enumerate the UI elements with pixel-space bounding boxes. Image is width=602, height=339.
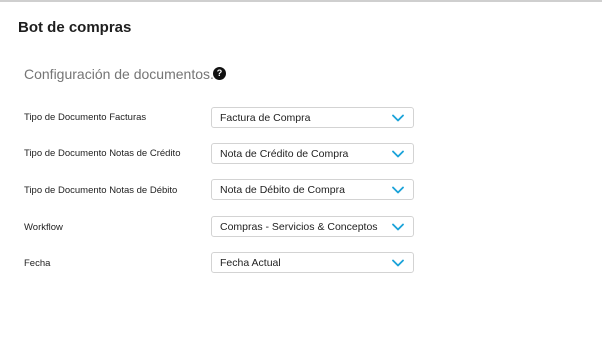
label-tipo-documento-notas-debito: Tipo de Documento Notas de Débito (24, 185, 178, 196)
select-fecha[interactable]: Fecha Actual (211, 252, 414, 273)
select-value: Nota de Crédito de Compra (220, 148, 349, 160)
label-tipo-documento-facturas: Tipo de Documento Facturas (24, 112, 147, 123)
select-value: Nota de Débito de Compra (220, 184, 345, 196)
chevron-down-icon (392, 114, 404, 122)
label-fecha: Fecha (24, 258, 51, 269)
select-value: Factura de Compra (220, 112, 311, 124)
select-tipo-documento-notas-debito[interactable]: Nota de Débito de Compra (211, 179, 414, 200)
question-circle-icon[interactable]: ? (213, 67, 226, 80)
chevron-down-icon (392, 150, 404, 158)
label-tipo-documento-notas-credito: Tipo de Documento Notas de Crédito (24, 148, 181, 159)
section-title: Configuración de documentos. (24, 66, 214, 82)
select-workflow[interactable]: Compras - Servicios & Conceptos (211, 216, 414, 237)
select-tipo-documento-facturas[interactable]: Factura de Compra (211, 107, 414, 128)
select-value: Compras - Servicios & Conceptos (220, 221, 378, 233)
select-value: Fecha Actual (220, 257, 281, 269)
chevron-down-icon (392, 186, 404, 194)
page-title: Bot de compras (18, 19, 132, 36)
label-workflow: Workflow (24, 222, 63, 233)
chevron-down-icon (392, 259, 404, 267)
window-top-border (0, 0, 602, 2)
select-tipo-documento-notas-credito[interactable]: Nota de Crédito de Compra (211, 143, 414, 164)
chevron-down-icon (392, 223, 404, 231)
